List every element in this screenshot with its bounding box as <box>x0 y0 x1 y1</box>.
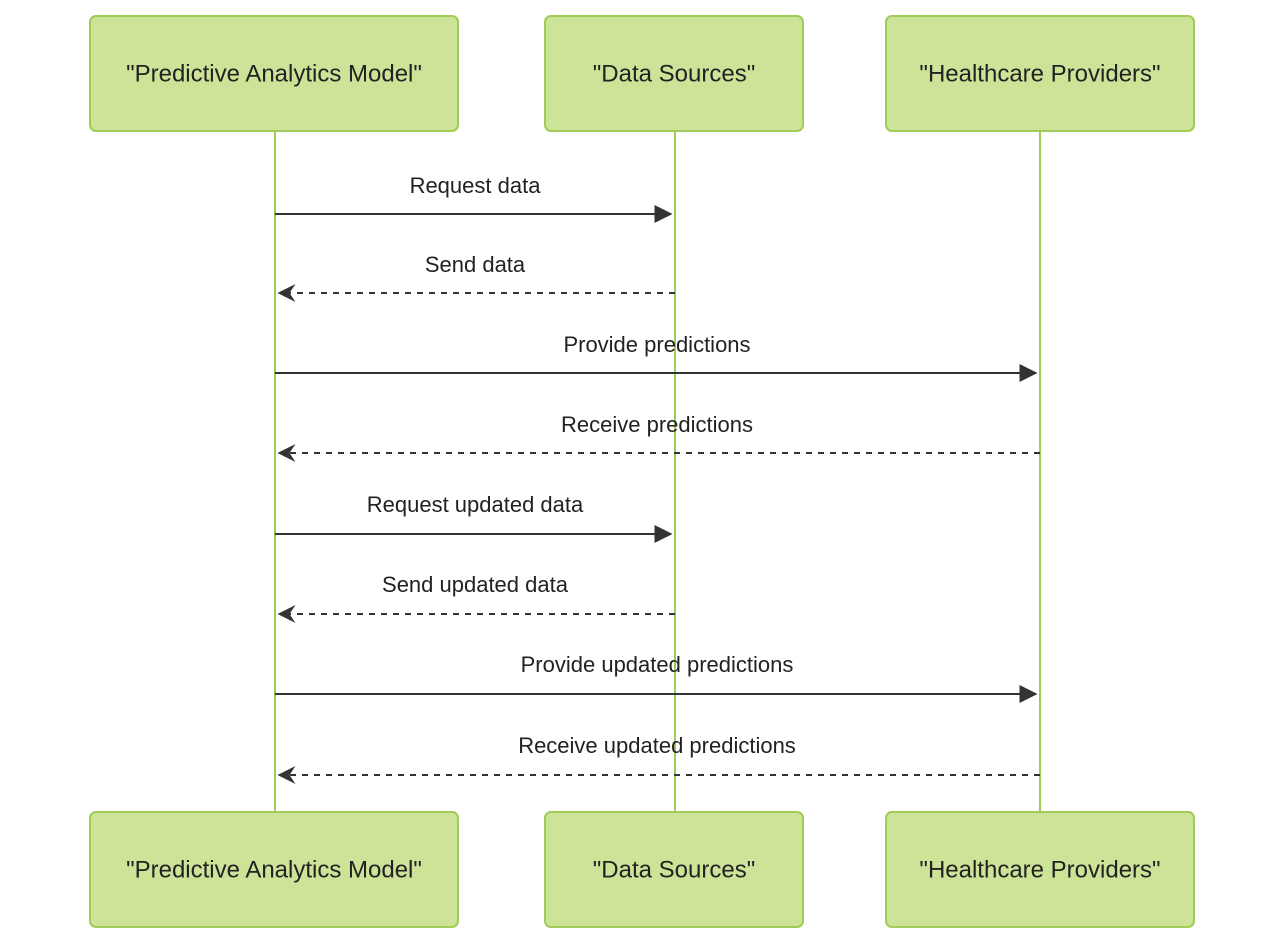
message-5: Send updated data <box>279 572 675 614</box>
message-5-label: Send updated data <box>382 572 569 597</box>
message-2: Provide predictions <box>275 332 1036 373</box>
message-7-label: Receive updated predictions <box>518 733 796 758</box>
message-1-label: Send data <box>425 252 526 277</box>
message-3-label: Receive predictions <box>561 412 753 437</box>
participant-providers-bottom-label: "Healthcare Providers" <box>919 856 1160 883</box>
message-3: Receive predictions <box>279 412 1040 453</box>
participant-model-bottom: "Predictive Analytics Model" <box>90 812 458 927</box>
sequence-diagram: "Predictive Analytics Model" "Data Sourc… <box>0 0 1280 947</box>
participant-model-top: "Predictive Analytics Model" <box>90 16 458 131</box>
message-2-label: Provide predictions <box>563 332 750 357</box>
message-7: Receive updated predictions <box>279 733 1040 775</box>
participant-sources-top-label: "Data Sources" <box>593 60 755 87</box>
message-1: Send data <box>279 252 675 293</box>
participant-model-top-label: "Predictive Analytics Model" <box>126 60 422 87</box>
message-0: Request data <box>275 173 671 214</box>
participant-providers-bottom: "Healthcare Providers" <box>886 812 1194 927</box>
message-4-label: Request updated data <box>367 492 584 517</box>
participant-providers-top-label: "Healthcare Providers" <box>919 60 1160 87</box>
message-0-label: Request data <box>410 173 542 198</box>
message-6: Provide updated predictions <box>275 652 1036 694</box>
message-6-label: Provide updated predictions <box>521 652 794 677</box>
message-4: Request updated data <box>275 492 671 534</box>
participant-providers-top: "Healthcare Providers" <box>886 16 1194 131</box>
participant-sources-top: "Data Sources" <box>545 16 803 131</box>
participant-sources-bottom-label: "Data Sources" <box>593 856 755 883</box>
participant-model-bottom-label: "Predictive Analytics Model" <box>126 856 422 883</box>
participant-sources-bottom: "Data Sources" <box>545 812 803 927</box>
